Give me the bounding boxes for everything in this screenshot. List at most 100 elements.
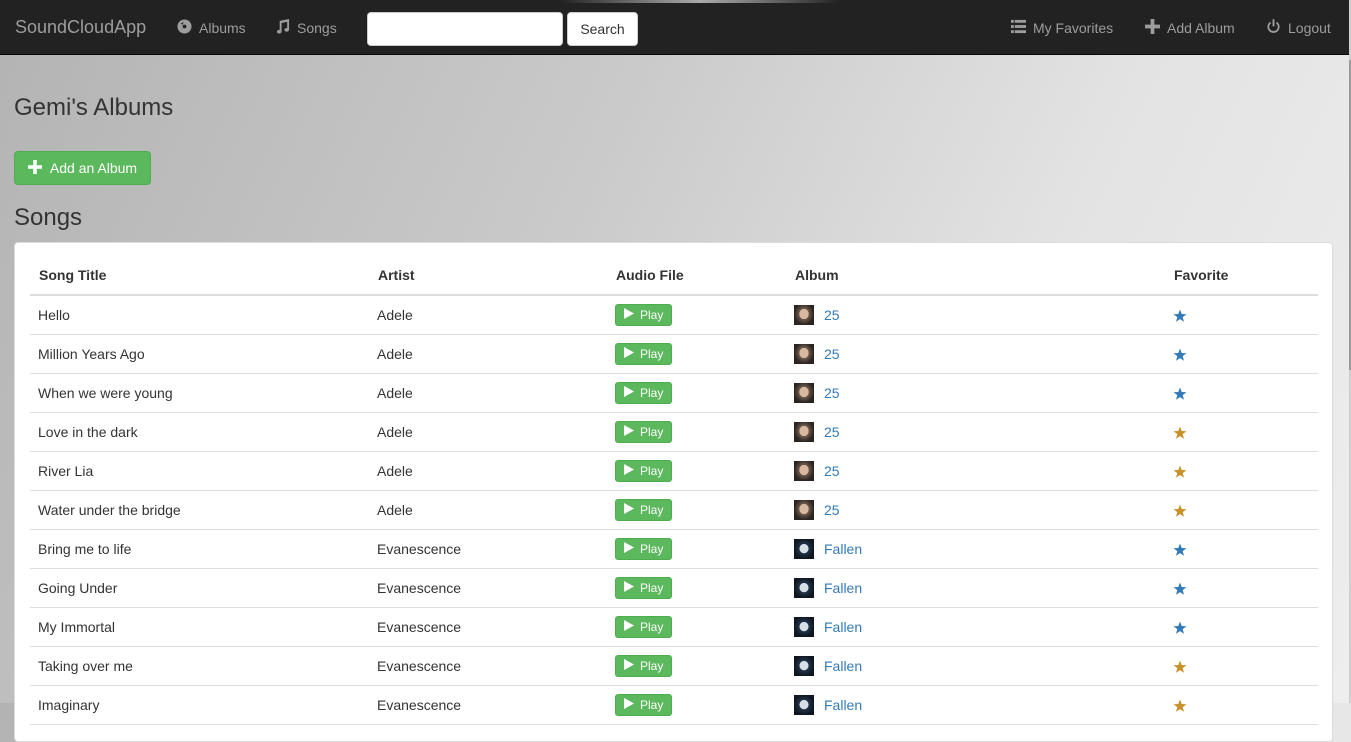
play-button[interactable]: Play xyxy=(615,342,673,365)
play-button[interactable]: Play xyxy=(615,498,673,521)
audio-file-cell: Play xyxy=(607,412,786,452)
plus-icon xyxy=(1145,19,1160,37)
star-icon[interactable] xyxy=(1173,582,1187,596)
star-icon[interactable] xyxy=(1173,387,1187,401)
play-label: Play xyxy=(640,541,664,556)
table-header-row: Song Title Artist Audio File Album Favorite xyxy=(30,256,1318,296)
play-icon xyxy=(624,697,634,712)
play-button[interactable]: Play xyxy=(615,537,673,560)
favorite-cell xyxy=(1165,451,1318,491)
page-title: Gemi's Albums xyxy=(14,94,174,121)
album-cell: Fallen xyxy=(786,685,1165,725)
album-cell: 25 xyxy=(786,373,1165,413)
nav-songs[interactable]: Songs xyxy=(275,19,337,37)
album-cell: Fallen xyxy=(786,607,1165,647)
nav-my-favorites[interactable]: My Favorites xyxy=(1011,19,1113,37)
star-icon[interactable] xyxy=(1173,348,1187,362)
play-button[interactable]: Play xyxy=(615,303,673,326)
nav-logout-label: Logout xyxy=(1288,20,1331,36)
album-link[interactable]: 25 xyxy=(824,346,840,362)
favorite-cell xyxy=(1165,607,1318,647)
add-an-album-label: Add an Album xyxy=(49,160,138,176)
album-link[interactable]: Fallen xyxy=(824,697,862,713)
star-icon[interactable] xyxy=(1173,465,1187,479)
table-row: River Lia Adele Play 25 xyxy=(30,451,1318,491)
table-row: Water under the bridge Adele Play 25 xyxy=(30,490,1318,530)
search-input[interactable] xyxy=(367,12,563,46)
nav-logout[interactable]: Logout xyxy=(1266,19,1331,37)
song-title-cell: Going Under xyxy=(30,568,369,608)
nav-add-album[interactable]: Add Album xyxy=(1145,19,1235,37)
album-link[interactable]: Fallen xyxy=(824,619,862,635)
play-label: Play xyxy=(640,697,664,712)
album-cover-thumbnail[interactable] xyxy=(794,343,814,364)
album-link[interactable]: 25 xyxy=(824,385,840,401)
album-cover-thumbnail[interactable] xyxy=(794,421,814,442)
favorite-cell xyxy=(1165,490,1318,530)
play-label: Play xyxy=(640,424,664,439)
artist-cell: Evanescence xyxy=(369,646,607,686)
artist-cell: Evanescence xyxy=(369,568,607,608)
column-header: Song Title xyxy=(30,256,369,296)
album-link[interactable]: 25 xyxy=(824,424,840,440)
add-an-album-button[interactable]: Add an Album xyxy=(14,151,151,185)
nav-songs-label: Songs xyxy=(297,20,337,36)
artist-cell: Adele xyxy=(369,334,607,374)
play-label: Play xyxy=(640,307,664,322)
album-link[interactable]: 25 xyxy=(824,502,840,518)
table-row: Going Under Evanescence Play Fallen xyxy=(30,568,1318,608)
artist-cell: Evanescence xyxy=(369,529,607,569)
album-cell: Fallen xyxy=(786,529,1165,569)
album-link[interactable]: 25 xyxy=(824,307,840,323)
star-icon[interactable] xyxy=(1173,660,1187,674)
audio-file-cell: Play xyxy=(607,685,786,725)
star-icon[interactable] xyxy=(1173,699,1187,713)
album-cover-thumbnail[interactable] xyxy=(794,538,814,559)
table-row: Hello Adele Play 25 xyxy=(30,295,1318,335)
play-button[interactable]: Play xyxy=(615,576,673,599)
star-icon[interactable] xyxy=(1173,504,1187,518)
star-icon[interactable] xyxy=(1173,543,1187,557)
play-icon xyxy=(624,658,634,673)
table-row: Imaginary Evanescence Play Fallen xyxy=(30,685,1318,725)
album-link[interactable]: 25 xyxy=(824,463,840,479)
star-icon[interactable] xyxy=(1173,309,1187,323)
audio-file-cell: Play xyxy=(607,373,786,413)
artist-cell: Evanescence xyxy=(369,685,607,725)
album-cell: Fallen xyxy=(786,646,1165,686)
table-row: When we were young Adele Play 25 xyxy=(30,373,1318,413)
album-cover-thumbnail[interactable] xyxy=(794,577,814,598)
album-link[interactable]: Fallen xyxy=(824,580,862,596)
songs-table: Song Title Artist Audio File Album Favorite … xyxy=(30,256,1318,725)
play-label: Play xyxy=(640,385,664,400)
album-cover-thumbnail[interactable] xyxy=(794,655,814,676)
audio-file-cell: Play xyxy=(607,451,786,491)
album-cover-thumbnail[interactable] xyxy=(794,616,814,637)
brand-link[interactable]: SoundCloudApp xyxy=(15,17,146,38)
star-icon[interactable] xyxy=(1173,621,1187,635)
album-cover-thumbnail[interactable] xyxy=(794,694,814,715)
artist-cell: Evanescence xyxy=(369,607,607,647)
nav-albums[interactable]: Albums xyxy=(177,19,246,37)
album-cover-thumbnail[interactable] xyxy=(794,382,814,403)
search-button[interactable]: Search xyxy=(567,12,638,46)
album-link[interactable]: Fallen xyxy=(824,658,862,674)
play-button[interactable]: Play xyxy=(615,693,673,716)
album-cover-thumbnail[interactable] xyxy=(794,499,814,520)
play-button[interactable]: Play xyxy=(615,459,673,482)
album-cover-thumbnail[interactable] xyxy=(794,304,814,325)
songs-panel: Song Title Artist Audio File Album Favorite … xyxy=(14,242,1333,742)
play-icon xyxy=(624,619,634,634)
song-title-cell: My Immortal xyxy=(30,607,369,647)
song-title-cell: River Lia xyxy=(30,451,369,491)
play-button[interactable]: Play xyxy=(615,381,673,404)
play-button[interactable]: Play xyxy=(615,654,673,677)
song-title-cell: Million Years Ago xyxy=(30,334,369,374)
artist-cell: Adele xyxy=(369,373,607,413)
star-icon[interactable] xyxy=(1173,426,1187,440)
play-button[interactable]: Play xyxy=(615,615,673,638)
album-link[interactable]: Fallen xyxy=(824,541,862,557)
play-button[interactable]: Play xyxy=(615,420,673,443)
album-cover-thumbnail[interactable] xyxy=(794,460,814,481)
play-label: Play xyxy=(640,346,664,361)
